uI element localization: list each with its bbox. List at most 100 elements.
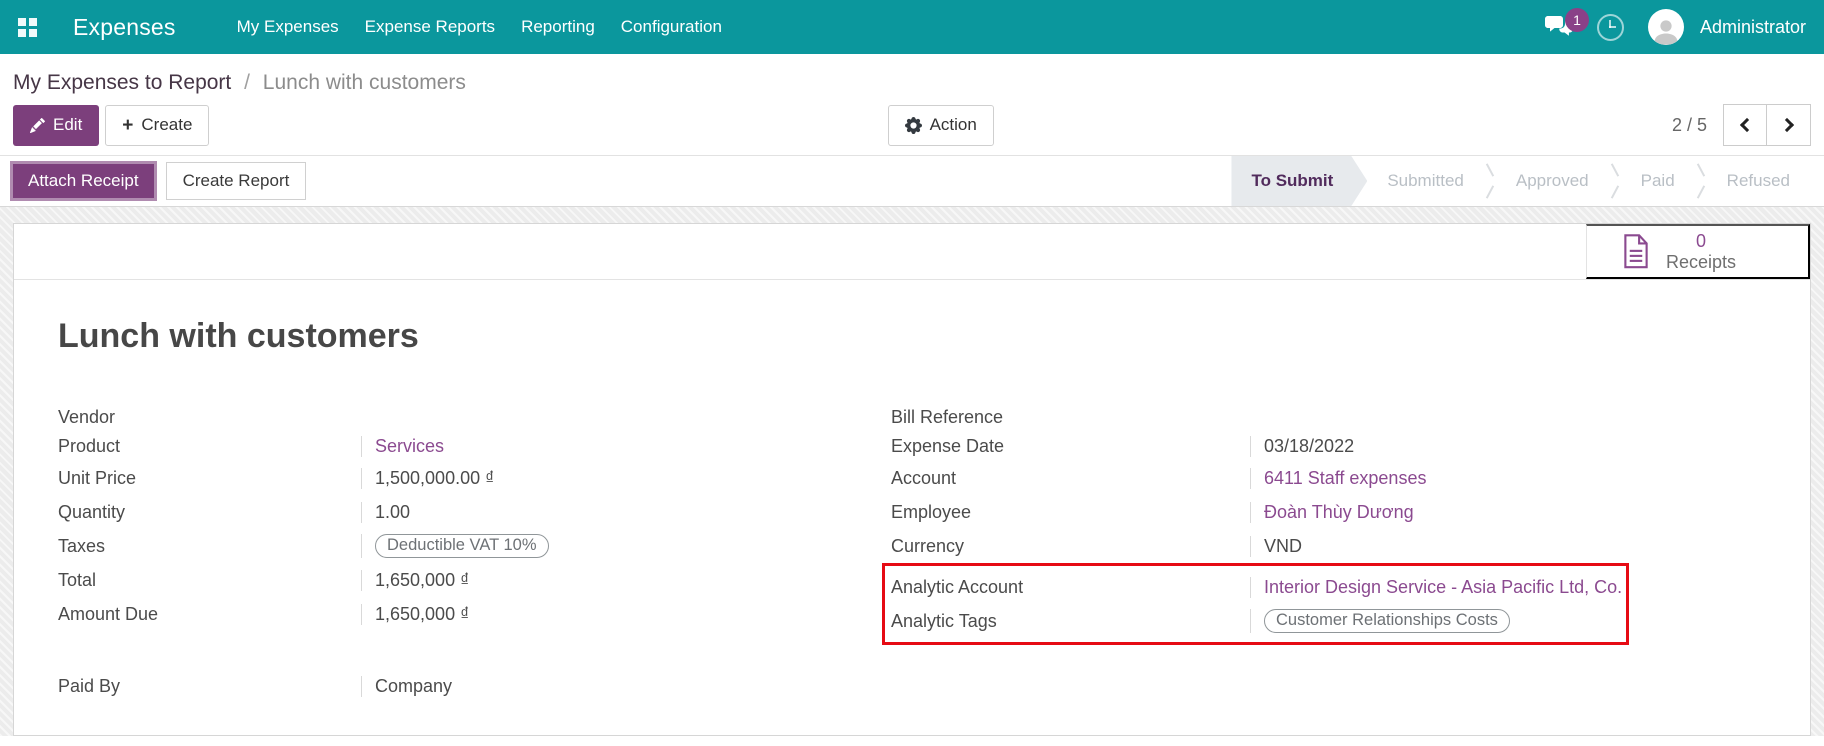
field-row-bill-reference: Bill Reference: [891, 403, 1807, 432]
stage-approved[interactable]: Approved: [1496, 156, 1609, 206]
employee-link[interactable]: Đoàn Thùy Dương: [1264, 502, 1414, 523]
pager-next-button[interactable]: [1767, 104, 1811, 146]
menu-my-expenses[interactable]: My Expenses: [224, 17, 352, 37]
stage-submitted[interactable]: Submitted: [1367, 156, 1484, 206]
document-icon: [1621, 233, 1651, 270]
field-row-analytic-account: Analytic Account Interior Design Service…: [891, 570, 1626, 604]
vendor-label: Vendor: [58, 407, 361, 428]
user-avatar[interactable]: [1648, 9, 1684, 45]
total-amount: 1,650,000 ₫: [375, 570, 469, 591]
total-value: 1,650,000 ₫: [361, 570, 758, 591]
amount-due-value: 1,650,000 ₫: [361, 604, 758, 625]
field-row-vendor: Vendor: [58, 403, 758, 432]
employee-value: Đoàn Thùy Dương: [1250, 502, 1807, 523]
pager-counter: 2 / 5: [1672, 115, 1707, 136]
quantity-label: Quantity: [58, 502, 361, 523]
unit-price-amount: 1,500,000.00 ₫: [375, 468, 494, 489]
field-row-total: Total 1,650,000 ₫: [58, 563, 758, 597]
paid-by-inner: Paid By Company: [58, 669, 758, 703]
amount-due-label: Amount Due: [58, 604, 361, 625]
unit-price-label: Unit Price: [58, 468, 361, 489]
left-field-group: Vendor Product Services Unit Price 1,500…: [58, 403, 758, 645]
plus-icon: +: [122, 116, 133, 135]
currency-value: VND: [1250, 536, 1807, 557]
analytic-account-link[interactable]: Interior Design Service - Asia Pacific L…: [1264, 577, 1622, 598]
field-groups: Vendor Product Services Unit Price 1,500…: [14, 403, 1810, 645]
currency-text: VND: [1264, 536, 1302, 557]
analytic-tags-value: Customer Relationships Costs: [1250, 609, 1626, 633]
menu-expense-reports[interactable]: Expense Reports: [352, 17, 508, 37]
quantity-amount: 1.00: [375, 502, 410, 523]
account-link[interactable]: 6411 Staff expenses: [1264, 468, 1426, 489]
red-highlight-box: Analytic Account Interior Design Service…: [882, 563, 1629, 645]
app-name[interactable]: Expenses: [73, 14, 176, 41]
apps-grid-square: [29, 18, 37, 26]
control-panel-buttons: Edit + Create Action 2 / 5: [13, 104, 1811, 155]
action-button[interactable]: Action: [888, 105, 994, 146]
statusbar-buttons: Attach Receipt Create Report: [10, 156, 306, 206]
messages-count-badge: 1: [1565, 8, 1589, 32]
apps-grid-square: [18, 18, 26, 26]
apps-menu-icon[interactable]: [18, 18, 37, 37]
stage-separator-icon: [1695, 156, 1707, 206]
quantity-value: 1.00: [361, 502, 758, 523]
cp-left-buttons: Edit + Create: [13, 105, 209, 146]
analytic-tags-label: Analytic Tags: [891, 611, 1250, 632]
person-icon: [1651, 17, 1681, 45]
create-report-button[interactable]: Create Report: [166, 162, 307, 200]
stage-refused[interactable]: Refused: [1707, 156, 1810, 206]
create-button[interactable]: + Create: [105, 105, 209, 146]
stage-paid[interactable]: Paid: [1621, 156, 1695, 206]
control-panel: My Expenses to Report / Lunch with custo…: [0, 54, 1824, 155]
stage-to-submit[interactable]: To Submit: [1231, 156, 1367, 206]
bill-reference-label: Bill Reference: [891, 407, 1250, 428]
expense-date-text: 03/18/2022: [1264, 436, 1354, 457]
activities-clock-icon[interactable]: [1597, 14, 1624, 41]
chevron-left-icon: [1740, 118, 1754, 132]
apps-grid-square: [29, 29, 37, 37]
product-value: Services: [361, 436, 758, 457]
apps-grid-square: [18, 29, 26, 37]
navbar-systray: 1 Administrator: [1545, 9, 1806, 45]
breadcrumb-separator: /: [237, 71, 257, 94]
menu-configuration[interactable]: Configuration: [608, 17, 735, 37]
receipts-count: 0: [1666, 231, 1736, 252]
menu-reporting[interactable]: Reporting: [508, 17, 608, 37]
field-row-employee: Employee Đoàn Thùy Dương: [891, 495, 1807, 529]
tax-tag-badge: Deductible VAT 10%: [375, 534, 549, 558]
field-row-analytic-tags: Analytic Tags Customer Relationships Cos…: [891, 604, 1626, 638]
field-row-expense-date: Expense Date 03/18/2022: [891, 432, 1807, 461]
expense-date-value: 03/18/2022: [1250, 436, 1807, 457]
form-content-area: 0 Receipts Lunch with customers Vendor P…: [0, 207, 1824, 736]
employee-label: Employee: [891, 502, 1250, 523]
analytic-account-value: Interior Design Service - Asia Pacific L…: [1250, 577, 1626, 598]
breadcrumb-current: Lunch with customers: [263, 71, 466, 94]
pager: 2 / 5: [1672, 104, 1811, 146]
messages-button[interactable]: 1: [1545, 16, 1573, 39]
right-field-group: Bill Reference Expense Date 03/18/2022 A…: [891, 403, 1807, 645]
receipts-stat-button[interactable]: 0 Receipts: [1586, 224, 1810, 279]
field-row-amount-due: Amount Due 1,650,000 ₫: [58, 597, 758, 631]
paid-by-label: Paid By: [58, 676, 361, 697]
form-statusbar: Attach Receipt Create Report To Submit S…: [0, 155, 1824, 207]
breadcrumb-parent[interactable]: My Expenses to Report: [13, 71, 231, 94]
user-name[interactable]: Administrator: [1700, 17, 1806, 38]
taxes-value: Deductible VAT 10%: [361, 534, 758, 558]
field-row-paid-by: Paid By Company: [58, 669, 758, 703]
top-navbar: Expenses My Expenses Expense Reports Rep…: [0, 0, 1824, 54]
product-link[interactable]: Services: [375, 436, 444, 457]
unit-price-value: 1,500,000.00 ₫: [361, 468, 758, 489]
pager-previous-button[interactable]: [1723, 104, 1767, 146]
paid-by-group: Paid By Company: [14, 669, 1810, 703]
edit-button-label: Edit: [53, 115, 82, 135]
paid-by-value: Company: [361, 676, 758, 697]
account-label: Account: [891, 468, 1250, 489]
receipts-label: Receipts: [1666, 252, 1736, 273]
stage-separator-icon: [1484, 156, 1496, 206]
status-pipeline: To Submit Submitted Approved Paid Refuse…: [1231, 156, 1824, 206]
stage-separator-icon: [1609, 156, 1621, 206]
attach-receipt-button[interactable]: Attach Receipt: [10, 161, 157, 201]
field-row-product: Product Services: [58, 432, 758, 461]
currency-label: Currency: [891, 536, 1250, 557]
edit-button[interactable]: Edit: [13, 105, 99, 146]
